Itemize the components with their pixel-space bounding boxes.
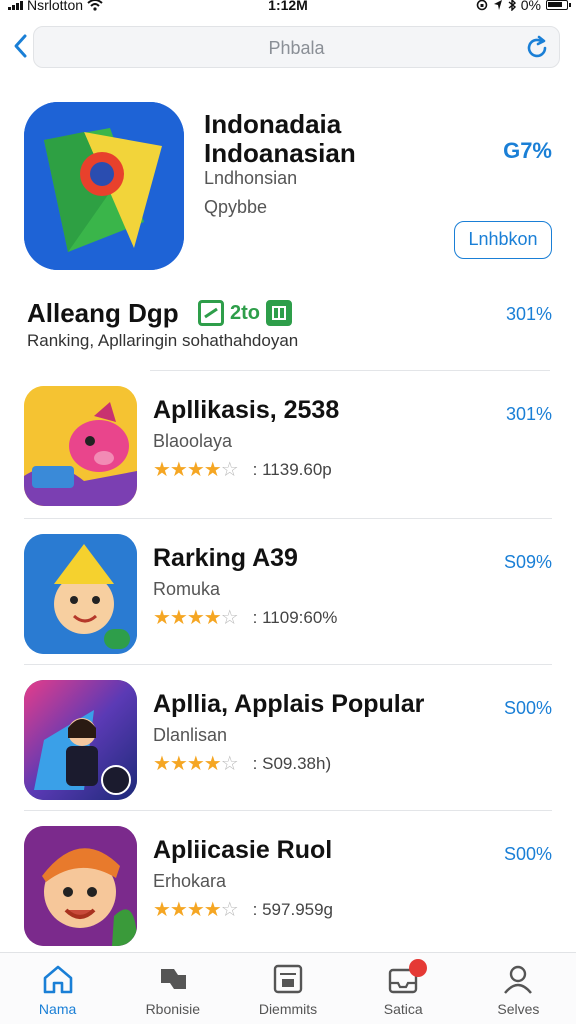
app-icon xyxy=(24,386,137,506)
search-query: Phbala xyxy=(268,38,325,58)
section-title: Alleang Dgp xyxy=(27,298,179,328)
section-subtitle: Ranking, Apllaringin sohathahdoyan xyxy=(27,331,299,350)
search-input[interactable]: Phbala xyxy=(33,26,560,68)
divider xyxy=(150,370,550,371)
featured-subtitle: Lndhonsian xyxy=(204,168,298,188)
app-list-item[interactable]: Apllikasis, 2538 Blaoolaya ★★★★ ☆ : 1139.… xyxy=(0,372,576,518)
section-badge-text: 2to xyxy=(230,301,260,324)
app-review-count: : S09.38h) xyxy=(252,753,332,773)
star-rating-icon: ★★★★ xyxy=(153,899,222,921)
app-review-count: : 597.959g xyxy=(252,899,334,919)
document-icon xyxy=(273,964,303,994)
tab-home[interactable]: Nama xyxy=(0,953,115,1024)
app-name: Apllia, Applais Popular xyxy=(153,690,425,718)
app-developer: Dlanlisan xyxy=(153,725,228,745)
section-percent: 301% xyxy=(505,304,552,324)
featured-title: Indonadaia Indoanasian xyxy=(204,109,356,168)
refresh-icon[interactable] xyxy=(523,34,551,62)
featured-percent: G7% xyxy=(503,138,552,163)
battery-percent: 0% xyxy=(520,0,541,13)
lock-rotation-icon xyxy=(476,0,488,11)
tab-selves[interactable]: Selves xyxy=(461,953,576,1024)
tab-rbonisie[interactable]: Rbonisie xyxy=(115,953,230,1024)
location-icon xyxy=(493,0,502,10)
app-rating: ★★★★ ☆ : 1139.60p xyxy=(153,457,332,482)
app-list-item[interactable]: Rarking A39 Romuka ★★★★ ☆ : 1109:60% S09% xyxy=(0,520,576,666)
app-name: Apllikasis, 2538 xyxy=(153,396,340,424)
home-icon xyxy=(43,965,72,994)
app-icon xyxy=(24,680,137,800)
tab-label: Rbonisie xyxy=(145,1001,201,1017)
star-empty-icon: ☆ xyxy=(220,459,239,481)
app-developer: Erhokara xyxy=(153,871,227,891)
app-review-count: : 1139.60p xyxy=(252,459,332,479)
tab-label: Selves xyxy=(497,1001,540,1017)
featured-app[interactable]: Indonadaia Indoanasian Lndhonsian Qpybbe… xyxy=(0,96,576,281)
status-bar: Nsrlotton 1:12M 0% xyxy=(0,0,576,18)
app-rating: ★★★★ ☆ : S09.38h) xyxy=(153,751,331,776)
divider xyxy=(24,664,552,665)
app-name: Rarking A39 xyxy=(153,544,298,572)
app-icon xyxy=(24,534,137,654)
app-rating: ★★★★ ☆ : 1109:60% xyxy=(153,605,337,630)
app-percent: S09% xyxy=(503,552,552,572)
person-icon xyxy=(504,965,533,994)
tab-bar: Nama Rbonisie Diemmits Satica Selves xyxy=(0,952,576,1024)
star-rating-icon: ★★★★ xyxy=(153,607,222,629)
status-right: 0% xyxy=(476,0,571,13)
grid-badge-icon xyxy=(266,300,292,326)
app-name: Apliicasie Ruol xyxy=(153,836,333,864)
nav-row: Phbala xyxy=(0,24,576,70)
section-badges: 2to xyxy=(198,300,292,326)
divider xyxy=(24,810,552,811)
notification-badge xyxy=(409,959,428,977)
app-developer: Romuka xyxy=(153,579,221,599)
app-list-item[interactable]: Apllia, Applais Popular Dlanlisan ★★★★ ☆ … xyxy=(0,666,576,812)
tab-label: Nama xyxy=(38,1001,77,1017)
app-developer: Blaoolaya xyxy=(153,431,233,451)
featured-get-button[interactable]: Lnhbkon xyxy=(454,221,552,259)
app-percent: S00% xyxy=(503,698,552,718)
app-icon xyxy=(24,826,137,946)
tab-label: Diemmits xyxy=(258,1001,318,1017)
app-review-count: : 1109:60% xyxy=(252,607,338,627)
featured-app-icon xyxy=(24,102,184,270)
bluetooth-icon xyxy=(508,0,516,11)
app-percent: S00% xyxy=(503,844,552,864)
app-percent: 301% xyxy=(505,404,552,424)
tab-label: Satica xyxy=(383,1001,423,1017)
divider xyxy=(24,518,552,519)
star-rating-icon: ★★★★ xyxy=(153,753,222,775)
back-button[interactable] xyxy=(8,32,32,62)
flag-icon xyxy=(160,969,186,991)
star-empty-icon: ☆ xyxy=(220,607,239,629)
battery-icon xyxy=(546,0,571,10)
star-rating-icon: ★★★★ xyxy=(153,459,222,481)
star-empty-icon: ☆ xyxy=(220,899,239,921)
chevron-left-icon xyxy=(14,34,27,58)
app-rating: ★★★★ ☆ : 597.959g xyxy=(153,897,333,922)
tab-satica[interactable]: Satica xyxy=(346,953,461,1024)
star-empty-icon: ☆ xyxy=(220,753,239,775)
app-list-item[interactable]: Apliicasie Ruol Erhokara ★★★★ ☆ : 597.959… xyxy=(0,812,576,958)
tab-diemmits[interactable]: Diemmits xyxy=(230,953,345,1024)
check-box-icon xyxy=(198,300,224,326)
featured-meta: Qpybbe xyxy=(204,197,268,217)
